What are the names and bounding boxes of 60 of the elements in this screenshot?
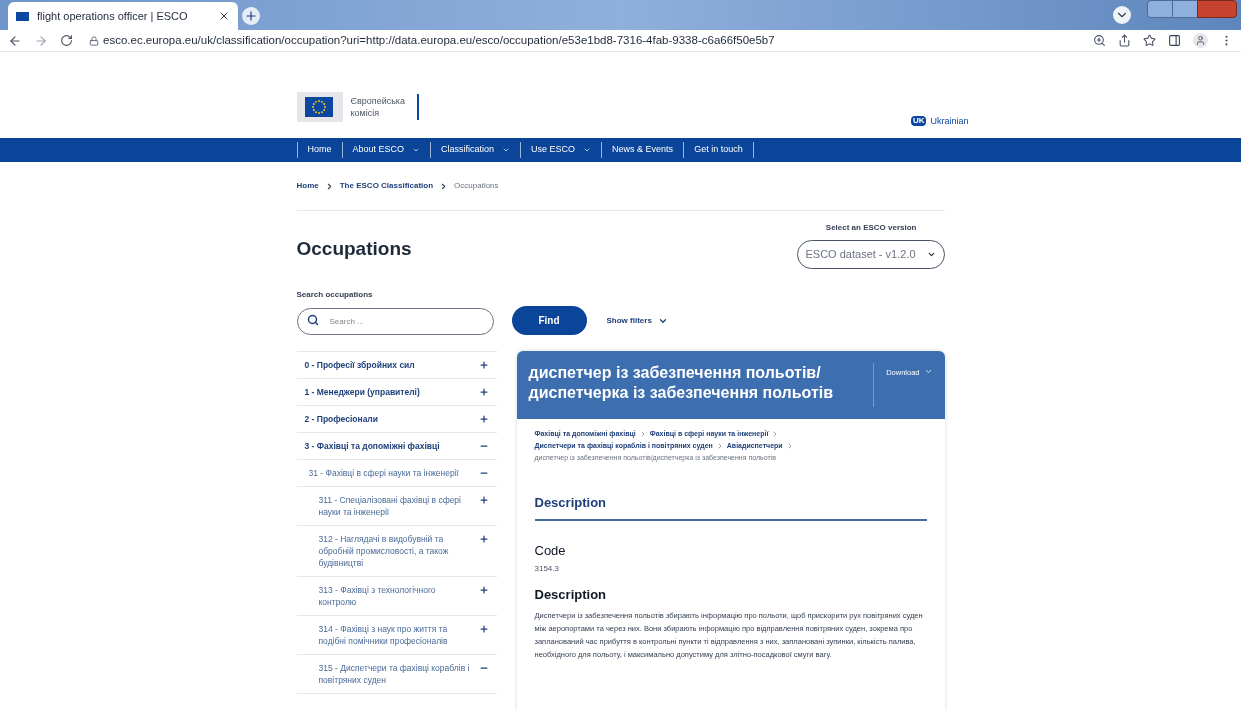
tree-item[interactable]: 2 - Професіонали: [304, 413, 475, 425]
side-panel-icon[interactable]: [1168, 34, 1181, 48]
page-title: Occupations: [296, 237, 412, 261]
expand-icon[interactable]: [478, 414, 489, 424]
nav-link[interactable]: News & Events: [602, 143, 684, 157]
caret-icon: [926, 250, 936, 259]
expand-icon[interactable]: [478, 495, 489, 505]
tree-item[interactable]: 314 - Фахівці з наук про життя та подібні помічники професіоналів: [318, 623, 475, 647]
browser-tab[interactable]: flight operations officer | ESCO: [8, 2, 238, 30]
section-heading: Description: [534, 493, 927, 521]
breadcrumb-link[interactable]: The ESCO Classification: [339, 180, 434, 192]
expand-icon[interactable]: [478, 585, 489, 595]
window-controls[interactable]: [1147, 0, 1237, 18]
search-label: Search occupations: [296, 289, 374, 301]
lock-icon: [89, 35, 99, 46]
tree-item[interactable]: 315 - Диспетчери та фахівці кораблів і повітряних суден: [318, 662, 475, 686]
code-heading: Code: [534, 541, 567, 560]
find-button[interactable]: Find: [511, 306, 587, 335]
caret-icon: [657, 316, 668, 326]
tree-item[interactable]: 311 - Спеціалізовані фахівці в сфері науки та інженерії: [318, 494, 475, 518]
expand-icon[interactable]: [478, 387, 489, 397]
language-link[interactable]: Ukrainian: [930, 114, 969, 129]
tree-item[interactable]: 312 - Наглядачі в видобувній та обробній промисловості, а також будівництві: [318, 533, 475, 569]
zoom-icon[interactable]: [1093, 34, 1106, 48]
tree-item[interactable]: 0 - Професії збройних сил: [304, 359, 475, 371]
occupation-title: диспетчер із забезпечення польотів/ диспетчерка із забезпечення польотів: [528, 363, 835, 403]
tree-item[interactable]: 31 - Фахівці в сфері науки та інженерії: [308, 467, 475, 479]
tree-item[interactable]: 3 - Фахівці та допоміжні фахівці: [304, 440, 475, 452]
language-badge: UK: [910, 116, 927, 127]
expand-icon[interactable]: [478, 534, 489, 544]
new-tab-icon[interactable]: [242, 7, 260, 25]
tab-title: flight operations officer | ESCO: [37, 8, 189, 24]
back-icon[interactable]: [8, 33, 22, 48]
reload-icon[interactable]: [60, 34, 73, 48]
nav-link[interactable]: Get in touch: [684, 143, 753, 157]
eu-flag-logo[interactable]: [296, 92, 343, 123]
occupation-code: 3154.3: [534, 563, 560, 575]
breadcrumb-link[interactable]: Home: [296, 180, 319, 192]
favicon-icon: [16, 11, 29, 21]
address-bar[interactable]: esco.ec.europa.eu/uk/classification/occupation?uri=http://data.europa.eu/esco/occupation/e53e1bd8-7316-4fab-9338-c6a66f50e5b7: [103, 32, 1081, 50]
nav-link[interactable]: Classification: [431, 143, 521, 157]
search-icon: [306, 314, 319, 326]
share-icon[interactable]: [1118, 34, 1131, 48]
expand-icon[interactable]: [478, 624, 489, 634]
tree-item[interactable]: 1 - Менеджери (управителі): [304, 386, 475, 398]
search-field[interactable]: Search ...: [296, 308, 494, 335]
show-filters-button[interactable]: Show filters: [606, 315, 668, 327]
bookmark-icon[interactable]: [1143, 34, 1156, 48]
logo-text: Європейська комісія: [350, 95, 406, 121]
tab-list-icon[interactable]: [1113, 6, 1131, 24]
tree-item[interactable]: 313 - Фахівці з технологічного контролю: [318, 584, 475, 608]
nav-link[interactable]: Use ESCO: [521, 143, 602, 157]
close-icon[interactable]: [218, 10, 230, 22]
nav-link[interactable]: Home: [297, 143, 342, 157]
nav-link[interactable]: About ESCO: [342, 143, 431, 157]
expand-icon[interactable]: [478, 360, 489, 370]
description-heading: Description: [534, 586, 607, 604]
profile-icon[interactable]: [1193, 33, 1208, 49]
version-label: Select an ESCO version: [825, 222, 917, 234]
caret-icon: [923, 367, 933, 376]
